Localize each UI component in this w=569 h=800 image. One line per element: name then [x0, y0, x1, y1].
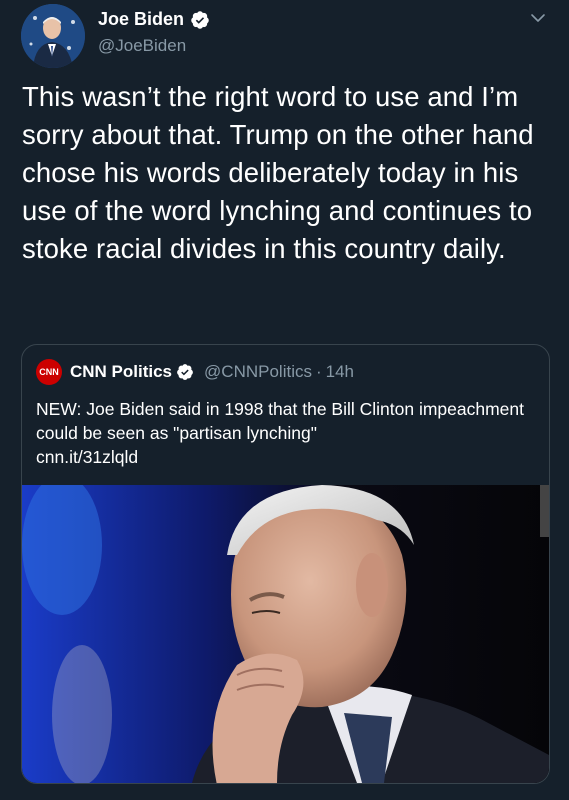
- quoted-tweet-time[interactable]: 14h: [326, 362, 354, 382]
- tweet-text: This wasn’t the right word to use and I’…: [22, 81, 534, 264]
- quoted-author-handle[interactable]: @CNNPolitics: [204, 362, 312, 382]
- quoted-tweet-body: NEW: Joe Biden said in 1998 that the Bil…: [36, 397, 536, 469]
- author-handle[interactable]: @JoeBiden: [98, 36, 186, 56]
- avatar-photo-icon: [21, 4, 85, 68]
- quoted-tweet-header: CNN CNN Politics @CNNPolitics · 14h: [36, 359, 354, 385]
- dot-separator: ·: [315, 362, 322, 381]
- avatar[interactable]: [21, 4, 85, 68]
- verified-badge-icon: [190, 10, 210, 30]
- quoted-tweet-text: NEW: Joe Biden said in 1998 that the Bil…: [36, 399, 525, 443]
- author-name[interactable]: Joe Biden: [98, 9, 210, 30]
- tweet-view: Joe Biden @JoeBiden This wasn’t the righ…: [0, 0, 569, 800]
- cnn-logo-icon: CNN: [36, 359, 62, 385]
- quoted-tweet-card[interactable]: CNN CNN Politics @CNNPolitics · 14h NEW:…: [21, 344, 550, 784]
- author-display-name[interactable]: Joe Biden: [98, 9, 184, 30]
- chevron-down-icon[interactable]: [528, 8, 548, 28]
- quoted-tweet-link[interactable]: cnn.it/31zlqld: [36, 445, 536, 469]
- verified-badge-icon: [176, 363, 194, 381]
- news-photo-icon[interactable]: [22, 485, 549, 783]
- quoted-author-name[interactable]: CNN Politics: [70, 362, 172, 382]
- cnn-logo-text: CNN: [39, 367, 59, 377]
